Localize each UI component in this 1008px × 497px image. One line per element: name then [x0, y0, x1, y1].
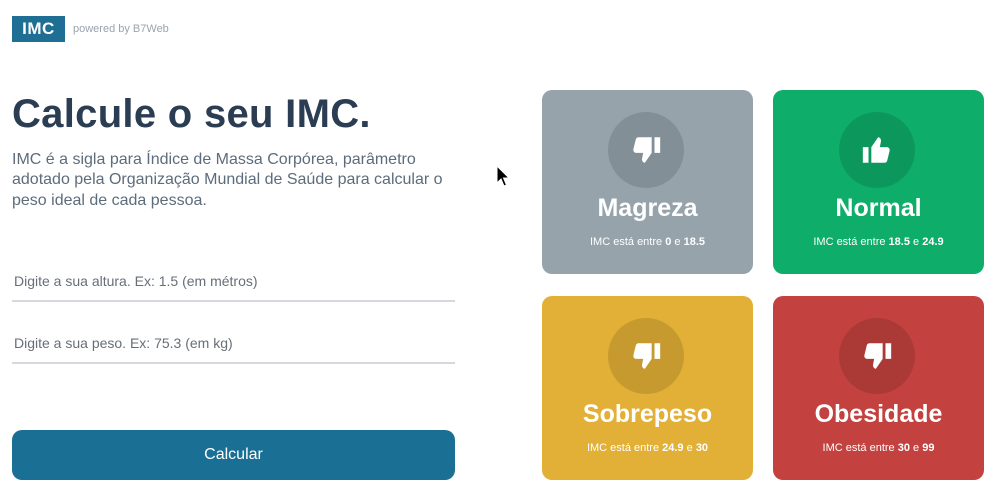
level-name: Normal: [835, 194, 922, 222]
logo: IMC: [12, 16, 65, 42]
powered-by-text: powered by B7Web: [73, 23, 169, 35]
thumbs-down-icon: [608, 318, 684, 394]
height-input[interactable]: [12, 262, 455, 302]
level-card-magreza: Magreza IMC está entre 0 e 18.5: [542, 90, 753, 274]
level-range: IMC está entre 30 e 99: [822, 442, 935, 454]
thumbs-down-icon: [839, 318, 915, 394]
level-name: Magreza: [597, 194, 698, 222]
page-description: IMC é a sigla para Índice de Massa Corpó…: [12, 151, 443, 209]
weight-input[interactable]: [12, 324, 455, 364]
level-card-normal: Normal IMC está entre 18.5 e 24.9: [773, 90, 984, 274]
level-card-obesidade: Obesidade IMC está entre 30 e 99: [773, 296, 984, 480]
level-range: IMC está entre 0 e 18.5: [590, 236, 705, 248]
level-name: Sobrepeso: [582, 400, 713, 428]
thumbs-down-icon: [608, 112, 684, 188]
level-range: IMC está entre 24.9 e 30: [586, 442, 709, 454]
level-range: IMC está entre 18.5 e 24.9: [813, 236, 944, 248]
thumbs-up-icon: [839, 112, 915, 188]
header: IMC powered by B7Web: [12, 16, 169, 42]
level-name: Obesidade: [814, 400, 943, 428]
calculator-panel: Calcule o seu IMC. IMC é a sigla para Ín…: [12, 88, 456, 211]
calculate-button[interactable]: Calcular: [12, 430, 455, 480]
level-card-sobrepeso: Sobrepeso IMC está entre 24.9 e 30: [542, 296, 753, 480]
page-title: Calcule o seu IMC.: [12, 92, 371, 136]
mouse-pointer-icon: [496, 165, 510, 187]
